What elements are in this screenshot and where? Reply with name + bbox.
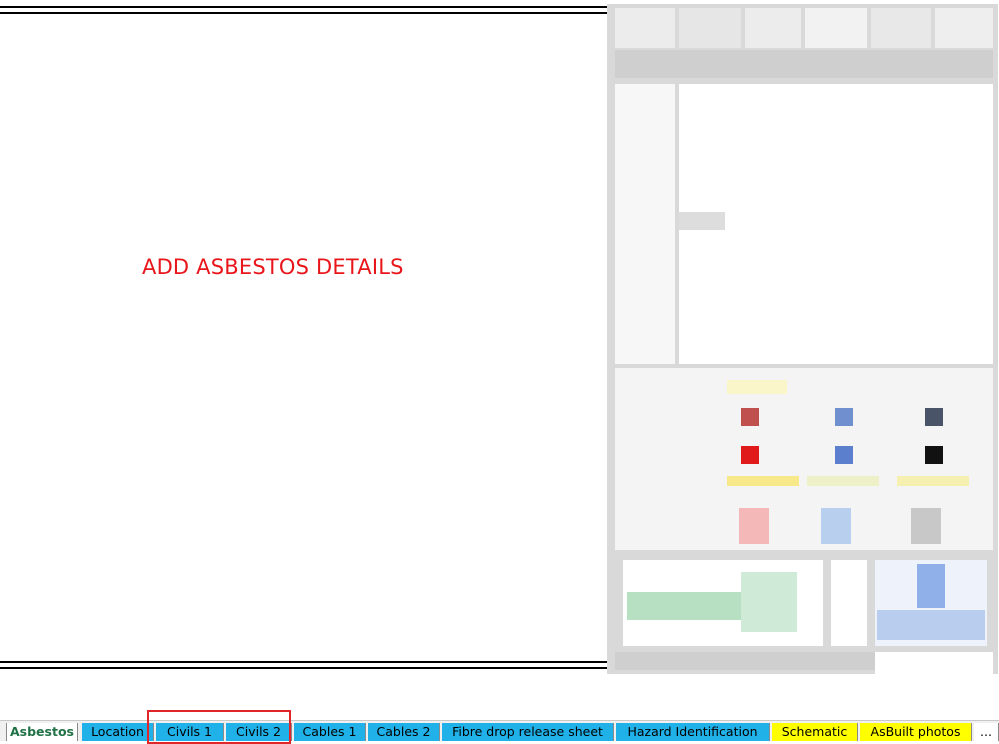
tab-cables-1[interactable]: Cables 1 — [294, 723, 366, 741]
bottom-border-line — [0, 667, 607, 669]
tab-asbestos[interactable]: Asbestos — [6, 723, 78, 741]
tab-hazard-identification[interactable]: Hazard Identification — [616, 723, 770, 741]
bottom-border-line-inner — [0, 661, 607, 663]
tab-civils-2[interactable]: Civils 2 — [226, 723, 292, 741]
top-border-line — [0, 6, 607, 8]
tab-fibre-drop-release-sheet[interactable]: Fibre drop release sheet — [442, 723, 614, 741]
sheet-area — [0, 4, 607, 670]
tab-cables-2[interactable]: Cables 2 — [368, 723, 440, 741]
tab-more-button[interactable]: ... — [974, 723, 999, 741]
tab-asbuilt-photos[interactable]: AsBuilt photos — [860, 723, 972, 741]
tab-schematic[interactable]: Schematic — [772, 723, 858, 741]
tab-civils-1[interactable]: Civils 1 — [156, 723, 224, 741]
asbestos-note-text: ADD ASBESTOS DETAILS — [142, 255, 404, 279]
sheet-tab-bar: Asbestos Location Civils 1 Civils 2 Cabl… — [0, 720, 999, 741]
pixelated-drawing-panel — [607, 4, 998, 674]
tab-location[interactable]: Location — [82, 723, 154, 741]
top-border-line-inner — [0, 12, 607, 14]
